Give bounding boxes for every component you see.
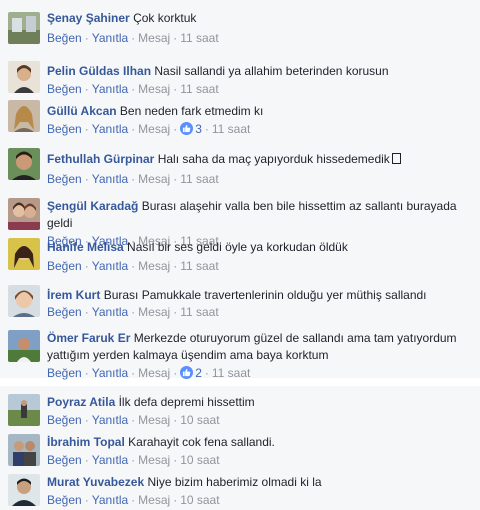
- comment-text: Nasıl bir ses geldi öyle ya korkudan öld…: [127, 240, 348, 254]
- avatar[interactable]: [8, 330, 40, 362]
- timestamp[interactable]: 11 saat: [180, 259, 218, 273]
- comment-body: Şengül Karadağ Burası alaşehir valla ben…: [47, 198, 472, 232]
- like-link[interactable]: Beğen: [47, 413, 82, 427]
- reply-link[interactable]: Yanıtla: [92, 259, 128, 273]
- message-link[interactable]: Mesaj: [138, 305, 170, 319]
- timestamp[interactable]: 11 saat: [180, 82, 218, 96]
- timestamp[interactable]: 10 saat: [180, 413, 219, 427]
- message-link[interactable]: Mesaj: [138, 259, 170, 273]
- message-link[interactable]: Mesaj: [138, 31, 170, 45]
- like-link[interactable]: Beğen: [47, 453, 82, 467]
- reaction-count[interactable]: 3: [195, 122, 202, 136]
- avatar[interactable]: [8, 198, 40, 230]
- comment-body: Güllü Akcan Ben neden fark etmedim kı: [47, 103, 468, 120]
- author-name[interactable]: Ömer Faruk Er: [47, 331, 130, 345]
- missing-emoji-icon: [391, 153, 401, 164]
- avatar[interactable]: [8, 285, 40, 317]
- comment-text: Karahayit cok fena sallandi.: [128, 435, 275, 449]
- message-link[interactable]: Mesaj: [138, 453, 170, 467]
- comment-text: Nasil sallandi ya allahim beterinden kor…: [154, 64, 389, 78]
- like-link[interactable]: Beğen: [47, 305, 82, 319]
- comment-body: Ömer Faruk Er Merkezde oturuyorum güzel …: [47, 330, 468, 364]
- reply-link[interactable]: Yanıtla: [92, 82, 128, 96]
- timestamp[interactable]: 11 saat: [212, 122, 250, 136]
- like-link[interactable]: Beğen: [47, 122, 82, 136]
- avatar[interactable]: [8, 148, 40, 180]
- reply-link[interactable]: Yanıtla: [92, 366, 128, 380]
- comment-text: Çok korktuk: [133, 11, 197, 25]
- timestamp[interactable]: 11 saat: [180, 31, 218, 45]
- reply-link[interactable]: Yanıtla: [92, 493, 128, 507]
- comment-actions: Beğen · Yanıtla · Mesaj · 10 saat: [47, 413, 220, 427]
- comment-body: Pelin Güldas Ilhan Nasil sallandi ya all…: [47, 63, 468, 80]
- message-link[interactable]: Mesaj: [138, 493, 170, 507]
- reply-link[interactable]: Yanıtla: [92, 122, 128, 136]
- comment-body: Murat Yuvabezek Niye bizim haberimiz olm…: [47, 474, 468, 491]
- timestamp[interactable]: 11 saat: [212, 366, 250, 380]
- author-name[interactable]: Şenay Şahiner: [47, 11, 130, 25]
- comment-actions: Beğen · Yanıtla · Mesaj · 10 saat: [47, 493, 220, 507]
- timestamp[interactable]: 10 saat: [180, 493, 219, 507]
- avatar[interactable]: [8, 238, 40, 270]
- message-link[interactable]: Mesaj: [138, 172, 170, 186]
- author-name[interactable]: İrem Kurt: [47, 288, 100, 302]
- timestamp[interactable]: 10 saat: [180, 453, 219, 467]
- reply-link[interactable]: Yanıtla: [92, 172, 128, 186]
- author-name[interactable]: Pelin Güldas Ilhan: [47, 64, 151, 78]
- like-link[interactable]: Beğen: [47, 259, 82, 273]
- reply-link[interactable]: Yanıtla: [92, 453, 128, 467]
- like-reaction-icon[interactable]: [180, 122, 194, 135]
- author-name[interactable]: Hanife Melisa: [47, 240, 124, 254]
- reply-link[interactable]: Yanıtla: [92, 31, 128, 45]
- comment-text: Ben neden fark etmedim kı: [119, 104, 264, 118]
- like-link[interactable]: Beğen: [47, 31, 82, 45]
- avatar[interactable]: [8, 434, 40, 466]
- author-name[interactable]: Güllü Akcan: [47, 104, 117, 118]
- comment-body: İbrahim Topal Karahayit cok fena salland…: [47, 434, 468, 451]
- like-reaction-icon[interactable]: [180, 366, 194, 379]
- comment-body: Poyraz Atila İlk defa depremi hissettim: [47, 394, 468, 411]
- avatar[interactable]: [8, 394, 40, 426]
- comment-actions: Beğen · Yanıtla · Mesaj · 2 · 11 saat: [47, 366, 251, 380]
- comment-actions: Beğen · Yanıtla · Mesaj · 11 saat: [47, 259, 219, 273]
- message-link[interactable]: Mesaj: [138, 366, 170, 380]
- comment-body: Hanife Melisa Nasıl bir ses geldi öyle y…: [47, 239, 468, 256]
- reply-link[interactable]: Yanıtla: [92, 305, 128, 319]
- author-name[interactable]: Şengül Karadağ: [47, 199, 138, 213]
- message-link[interactable]: Mesaj: [138, 82, 170, 96]
- comment-actions: Beğen · Yanıtla · Mesaj · 11 saat: [47, 82, 219, 96]
- comment-body: Fethullah Gürpinar Halı saha da maç yapı…: [47, 151, 468, 168]
- comment-actions: Beğen · Yanıtla · Mesaj · 10 saat: [47, 453, 220, 467]
- timestamp[interactable]: 11 saat: [180, 305, 218, 319]
- author-name[interactable]: Poyraz Atila: [47, 395, 115, 409]
- author-name[interactable]: Murat Yuvabezek: [47, 475, 144, 489]
- timestamp[interactable]: 11 saat: [180, 172, 218, 186]
- reply-link[interactable]: Yanıtla: [92, 413, 128, 427]
- author-name[interactable]: İbrahim Topal: [47, 435, 125, 449]
- avatar[interactable]: [8, 61, 40, 93]
- comment-text: Halı saha da maç yapıyorduk hissedemedik: [157, 152, 390, 166]
- like-link[interactable]: Beğen: [47, 366, 82, 380]
- comment-text: Niye bizim haberimiz olmadi ki la: [147, 475, 322, 489]
- like-link[interactable]: Beğen: [47, 82, 82, 96]
- like-link[interactable]: Beğen: [47, 172, 82, 186]
- comment-actions: Beğen · Yanıtla · Mesaj · 3 · 11 saat: [47, 122, 251, 136]
- avatar[interactable]: [8, 474, 40, 506]
- comment-body: İrem Kurt Burası Pamukkale travertenleri…: [47, 287, 468, 304]
- comment-body: Şenay Şahiner Çok korktuk: [47, 10, 468, 27]
- avatar[interactable]: [8, 12, 40, 44]
- message-link[interactable]: Mesaj: [138, 413, 170, 427]
- comment-text: İlk defa depremi hissettim: [118, 395, 255, 409]
- avatar[interactable]: [8, 100, 40, 132]
- like-link[interactable]: Beğen: [47, 493, 82, 507]
- comment-group-1: [0, 0, 480, 378]
- comment-text: Burası Pamukkale travertenlerinin olduğu…: [103, 288, 427, 302]
- comment-actions: Beğen · Yanıtla · Mesaj · 11 saat: [47, 172, 219, 186]
- author-name[interactable]: Fethullah Gürpinar: [47, 152, 154, 166]
- comment-actions: Beğen · Yanıtla · Mesaj · 11 saat: [47, 31, 219, 45]
- reaction-count[interactable]: 2: [195, 366, 202, 380]
- message-link[interactable]: Mesaj: [138, 122, 170, 136]
- comment-actions: Beğen · Yanıtla · Mesaj · 11 saat: [47, 305, 219, 319]
